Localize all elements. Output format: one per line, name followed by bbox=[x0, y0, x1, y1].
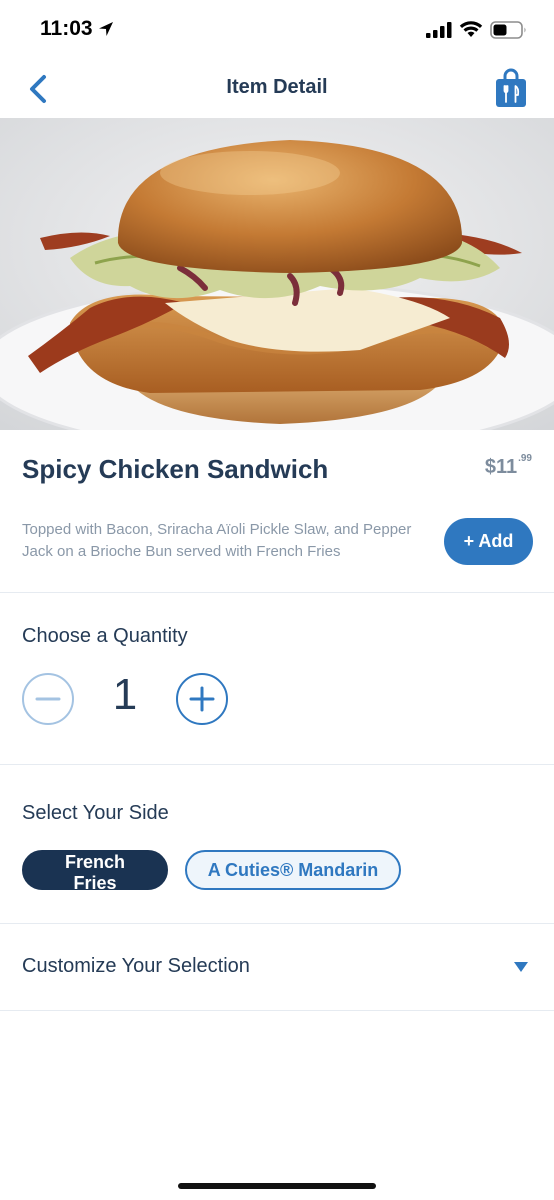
battery-icon bbox=[490, 21, 526, 39]
decrease-quantity-button[interactable] bbox=[22, 673, 74, 725]
shopping-bag-icon bbox=[496, 68, 526, 107]
page-title: Item Detail bbox=[226, 76, 328, 98]
item-price-dollars: $11 bbox=[484, 456, 518, 478]
add-button[interactable]: + Add bbox=[444, 518, 533, 565]
side-option-french-fries[interactable]: French Fries bbox=[22, 850, 168, 893]
status-time: 11:03 bbox=[40, 17, 93, 40]
location-arrow-icon bbox=[99, 22, 113, 36]
quantity-value: 1 bbox=[112, 670, 138, 719]
item-description: Topped with Bacon, Sriracha Aïoli Pickle… bbox=[22, 521, 412, 560]
shopping-bag-button[interactable] bbox=[495, 68, 527, 108]
home-indicator bbox=[178, 1183, 376, 1189]
increase-quantity-button[interactable] bbox=[176, 673, 228, 725]
wifi-icon bbox=[459, 21, 483, 37]
quantity-label: Choose a Quantity bbox=[22, 625, 188, 647]
customize-selection-row[interactable]: Customize Your Selection bbox=[0, 925, 554, 1011]
item-name: Spicy Chicken Sandwich bbox=[22, 454, 329, 484]
side-section: Select Your Side French Fries A Cuties® … bbox=[0, 766, 554, 924]
item-price-cents: .99 bbox=[518, 453, 532, 464]
caret-down-icon bbox=[514, 962, 528, 972]
nav-bar: Item Detail bbox=[0, 60, 554, 118]
item-photo bbox=[0, 118, 554, 430]
status-bar: 11:03 bbox=[0, 0, 554, 60]
side-option-mandarin[interactable]: A Cuties® Mandarin bbox=[185, 850, 401, 890]
customize-label: Customize Your Selection bbox=[22, 955, 250, 977]
item-price: $11.99 bbox=[484, 453, 532, 479]
side-label: Select Your Side bbox=[22, 802, 169, 824]
minus-icon bbox=[35, 697, 61, 701]
cellular-signal-icon bbox=[426, 22, 452, 38]
plus-icon bbox=[189, 686, 215, 712]
quantity-section: Choose a Quantity 1 bbox=[0, 594, 554, 765]
item-header: Spicy Chicken Sandwich $11.99 Topped wit… bbox=[0, 430, 554, 593]
